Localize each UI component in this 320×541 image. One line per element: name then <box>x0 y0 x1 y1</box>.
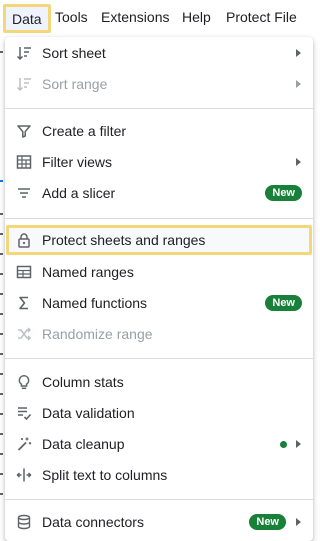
menu-protect-file[interactable]: Protect File <box>226 9 297 25</box>
menu-help[interactable]: Help <box>182 9 211 25</box>
add-slicer-label: Add a slicer <box>42 185 116 201</box>
submenu-arrow-icon <box>296 49 301 57</box>
menu-divider <box>5 108 313 109</box>
menu-item-data-cleanup[interactable]: Data cleanup <box>5 429 313 459</box>
sheet-cell-fragment <box>0 253 3 255</box>
sheet-cell-fragment <box>0 293 3 295</box>
sigma-icon <box>16 295 32 311</box>
protect-sheets-label: Protect sheets and ranges <box>42 232 206 248</box>
lock-icon <box>16 232 32 248</box>
sheet-cell-fragment <box>0 453 3 455</box>
menu-item-split-text[interactable]: Split text to columns <box>5 460 313 490</box>
sheet-cell-fragment <box>0 473 3 475</box>
database-icon <box>16 514 32 530</box>
data-validation-icon <box>16 405 32 421</box>
menu-item-named-ranges[interactable]: Named ranges <box>5 257 313 287</box>
new-badge: New <box>249 514 286 530</box>
sheet-cell-fragment <box>0 433 3 435</box>
sheet-cell-fragment <box>0 233 3 235</box>
menu-item-randomize-range[interactable]: Randomize range <box>5 319 313 349</box>
sheet-cell-fragment <box>0 180 3 182</box>
shuffle-icon <box>16 326 32 342</box>
named-ranges-icon <box>16 264 32 280</box>
column-stats-label: Column stats <box>42 374 124 390</box>
submenu-arrow-icon <box>296 80 301 88</box>
sheet-cell-fragment <box>0 51 3 53</box>
menu-tools[interactable]: Tools <box>55 9 88 25</box>
sheet-cell-fragment <box>0 273 3 275</box>
menu-item-create-filter[interactable]: Create a filter <box>5 116 313 146</box>
menu-bar: Data Tools Extensions Help Protect File <box>0 0 317 37</box>
menu-extensions[interactable]: Extensions <box>101 9 169 25</box>
menu-item-column-stats[interactable]: Column stats <box>5 367 313 397</box>
new-badge: New <box>265 185 302 201</box>
sheet-cell-fragment <box>0 373 3 375</box>
magic-wand-icon <box>16 436 32 452</box>
menu-item-named-functions[interactable]: Named functions New <box>5 288 313 318</box>
sheet-cell-fragment <box>0 353 3 355</box>
data-cleanup-label: Data cleanup <box>42 436 125 452</box>
create-filter-label: Create a filter <box>42 123 127 139</box>
new-badge: New <box>265 295 302 311</box>
split-text-label: Split text to columns <box>42 467 168 483</box>
sort-icon <box>16 45 32 61</box>
slicer-icon <box>16 185 32 201</box>
menu-item-sort-sheet[interactable]: Sort sheet <box>5 38 313 68</box>
named-ranges-label: Named ranges <box>42 264 134 280</box>
data-dropdown-menu: Sort sheet Sort range Create a filter Fi… <box>5 37 313 541</box>
menu-divider <box>5 358 313 359</box>
new-indicator-dot <box>280 441 287 448</box>
sort-icon <box>16 76 32 92</box>
menu-item-data-connectors[interactable]: Data connectors New <box>5 507 313 537</box>
sheet-cell-fragment <box>0 493 3 495</box>
menu-item-sort-range[interactable]: Sort range <box>5 69 313 99</box>
sheet-cell-fragment <box>0 413 3 415</box>
filter-icon <box>16 123 32 139</box>
sheet-cell-fragment <box>0 313 3 315</box>
data-connectors-label: Data connectors <box>42 514 144 530</box>
submenu-arrow-icon <box>296 158 301 166</box>
menu-item-data-validation[interactable]: Data validation <box>5 398 313 428</box>
randomize-range-label: Randomize range <box>42 326 153 342</box>
menu-item-filter-views[interactable]: Filter views <box>5 147 313 177</box>
named-functions-label: Named functions <box>42 295 148 311</box>
filter-views-icon <box>16 154 32 170</box>
menu-divider <box>5 499 313 500</box>
menu-data[interactable]: Data <box>3 4 51 33</box>
menu-item-add-slicer[interactable]: Add a slicer New <box>5 178 313 208</box>
sheet-cell-fragment <box>0 333 3 335</box>
menu-item-protect-sheets[interactable]: Protect sheets and ranges <box>5 225 313 255</box>
sheet-cell-fragment <box>0 213 3 215</box>
menu-divider <box>5 218 313 219</box>
sort-sheet-label: Sort sheet <box>42 45 106 61</box>
sheet-cell-fragment <box>0 393 3 395</box>
sort-range-label: Sort range <box>42 76 108 92</box>
split-columns-icon <box>16 467 32 483</box>
filter-views-label: Filter views <box>42 154 113 170</box>
submenu-arrow-icon <box>296 440 301 448</box>
submenu-arrow-icon <box>296 518 301 526</box>
data-validation-label: Data validation <box>42 405 135 421</box>
lightbulb-icon <box>16 374 32 390</box>
